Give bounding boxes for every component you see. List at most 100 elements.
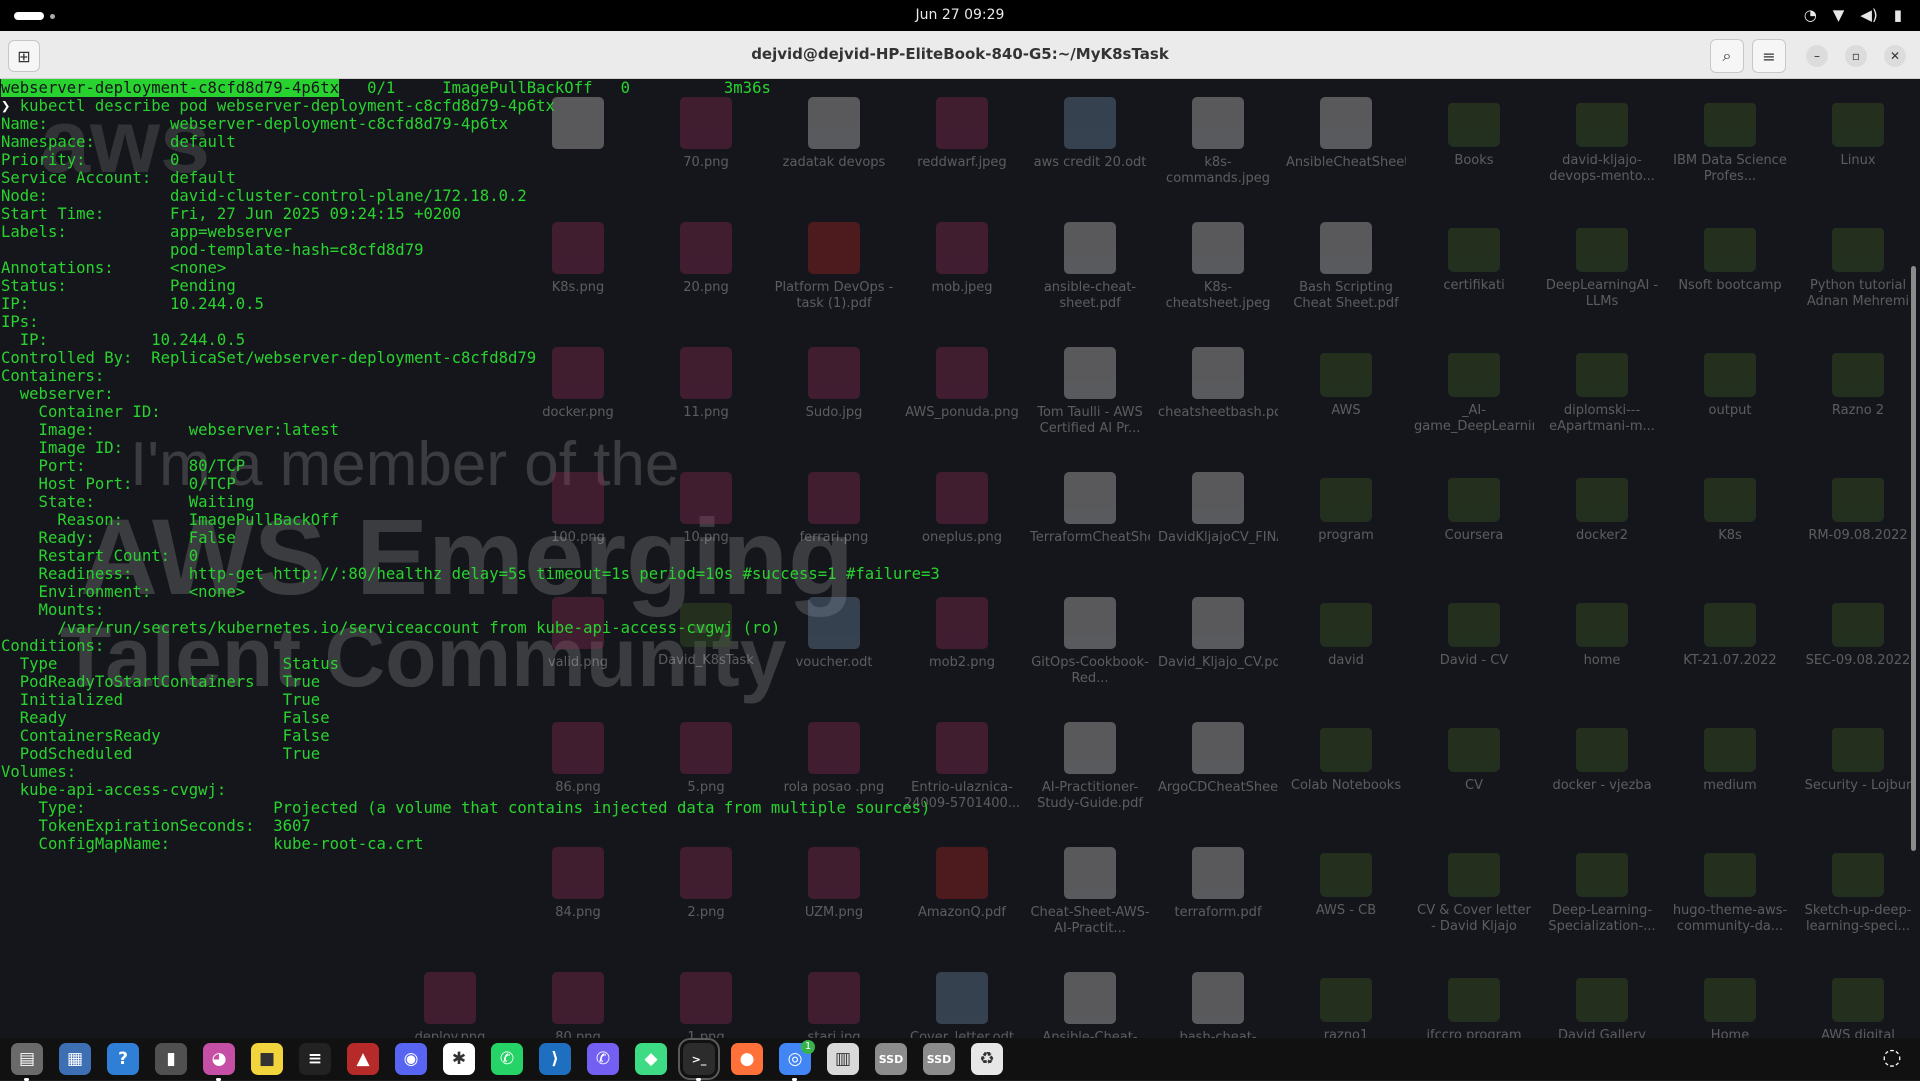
ssd-drive-1-glyph: SSD xyxy=(878,1052,904,1066)
terminal-line: Container ID: xyxy=(0,403,1900,421)
whatsapp-tray-icon[interactable]: ◔ xyxy=(1804,6,1817,24)
terminal-line: Namespace: default xyxy=(0,133,1900,151)
terminal-alt-app-icon[interactable]: ≡ xyxy=(299,1043,331,1075)
files-app-icon[interactable]: ▤ xyxy=(11,1043,43,1081)
slack-app-icon[interactable]: ✱ xyxy=(443,1043,475,1075)
firefox-app-icon[interactable]: ● xyxy=(731,1043,763,1075)
terminal-line-text: IP: 10.244.0.5 xyxy=(1,295,264,313)
terminal-line: Status: Pending xyxy=(0,277,1900,295)
ssd-drive-2-glyph: SSD xyxy=(926,1052,952,1066)
trash-app-icon[interactable]: ♻ xyxy=(971,1043,1003,1075)
terminal-line-text: Image: webserver:latest xyxy=(1,421,339,439)
terminal-line-text: Volumes: xyxy=(1,763,77,781)
show-apps-button[interactable]: ◌ xyxy=(1880,1046,1904,1070)
android-studio-app-icon[interactable]: ◆ xyxy=(635,1043,667,1075)
terminal-line-text: Ready: False xyxy=(1,529,236,547)
terminal-line: Initialized True xyxy=(0,691,1900,709)
terminal-line: Type Status xyxy=(0,655,1900,673)
terminal-line-text: Port: 80/TCP xyxy=(1,457,246,475)
terminal-line: IP: 10.244.0.5 xyxy=(0,331,1900,349)
terminal-line: Name: webserver-deployment-c8cfd8d79-4p6… xyxy=(0,115,1900,133)
chrome-notification-badge: 1 xyxy=(801,1040,815,1054)
terminal-line-text: 0/1 ImagePullBackOff 0 3m36s xyxy=(338,79,771,97)
terminal-line-text: Start Time: Fri, 27 Jun 2025 09:24:15 +0… xyxy=(1,205,462,223)
vscode-app-glyph: ⟩ xyxy=(551,1049,559,1069)
search-icon: ⌕ xyxy=(1722,46,1732,65)
terminal-line: Readiness: http-get http://:80/healthz d… xyxy=(0,565,1900,583)
search-button[interactable]: ⌕ xyxy=(1710,39,1744,73)
text-editor-app-icon[interactable]: ▦ xyxy=(59,1043,91,1075)
terminal-line-text: PodReadyToStartContainers True xyxy=(1,673,321,691)
game-app-icon[interactable]: ▲ xyxy=(347,1043,379,1075)
minimize-button[interactable]: – xyxy=(1806,45,1828,67)
terminal-window: ⊞ dejvid@dejvid-HP-EliteBook-840-G5:~/My… xyxy=(0,31,1920,1038)
system-monitor-app-glyph: ▥ xyxy=(834,1049,852,1069)
terminal-scrollbar[interactable] xyxy=(1911,266,1916,851)
window-title: dejvid@dejvid-HP-EliteBook-840-G5:~/MyK8… xyxy=(751,45,1169,63)
ssd-drive-1-icon[interactable]: SSD xyxy=(875,1043,907,1075)
terminal-line: Image: webserver:latest xyxy=(0,421,1900,439)
terminal-line: Environment: <none> xyxy=(0,583,1900,601)
terminal-line: Controlled By: ReplicaSet/webserver-depl… xyxy=(0,349,1900,367)
terminal-line: Type: Projected (a volume that contains … xyxy=(0,799,1900,817)
terminal-line-text: TokenExpirationSeconds: 3607 xyxy=(1,817,311,835)
terminal-line-text: Container ID: xyxy=(1,403,161,421)
volume-icon[interactable]: ◀) xyxy=(1860,6,1877,24)
files-app-glyph: ▤ xyxy=(18,1049,36,1069)
vscode-app-icon[interactable]: ⟩ xyxy=(539,1043,571,1075)
android-studio-app-glyph: ◆ xyxy=(644,1049,658,1069)
terminal-line-text: Type Status xyxy=(1,655,339,673)
terminal-line-text: State: Waiting xyxy=(1,493,255,511)
terminal-line-text: kube-api-access-cvgwj: xyxy=(1,781,227,799)
terminal-line-text: Node: david-cluster-control-plane/172.18… xyxy=(1,187,527,205)
terminal-line-text: IP: 10.244.0.5 xyxy=(1,331,246,349)
chrome-app-glyph: ◎ xyxy=(787,1049,803,1069)
terminal-line: Ready False xyxy=(0,709,1900,727)
terminal-line: Node: david-cluster-control-plane/172.18… xyxy=(0,187,1900,205)
minimize-icon: – xyxy=(1814,49,1820,63)
terminal-line-text: Priority: 0 xyxy=(1,151,180,169)
terminal-line: Labels: app=webserver xyxy=(0,223,1900,241)
terminal-line: /var/run/secrets/kubernetes.io/serviceac… xyxy=(0,619,1900,637)
terminal-line: webserver: xyxy=(0,385,1900,403)
terminal-line-text: webserver: xyxy=(1,385,114,403)
hamburger-icon: ≡ xyxy=(1762,46,1776,66)
terminal-line-text: IPs: xyxy=(1,313,39,331)
terminal-line-text: Ready False xyxy=(1,709,330,727)
window-header[interactable]: ⊞ dejvid@dejvid-HP-EliteBook-840-G5:~/My… xyxy=(0,31,1920,79)
terminal-line-text: Labels: app=webserver xyxy=(1,223,293,241)
terminal-line-text: Reason: ImagePullBackOff xyxy=(1,511,339,529)
clock[interactable]: Jun 27 09:29 xyxy=(0,7,1920,23)
maximize-button[interactable]: ▫ xyxy=(1845,45,1867,67)
system-tray[interactable]: ◔ ▼ ◀) ▮ xyxy=(1804,6,1902,24)
terminal-output[interactable]: webserver-deployment-c8cfd8d79-4p6tx 0/1… xyxy=(0,79,1900,1038)
viber-app-icon[interactable]: ✆ xyxy=(587,1043,619,1075)
terminal-line: webserver-deployment-c8cfd8d79-4p6tx 0/1… xyxy=(0,79,1900,97)
menu-button[interactable]: ≡ xyxy=(1752,39,1786,73)
terminal-line: State: Waiting xyxy=(0,493,1900,511)
document-app-icon[interactable]: ▮ xyxy=(155,1043,187,1075)
ssd-drive-2-icon[interactable]: SSD xyxy=(923,1043,955,1075)
terminal-line-text: Environment: <none> xyxy=(1,583,246,601)
close-icon: ✕ xyxy=(1889,49,1901,63)
battery-icon[interactable]: ▮ xyxy=(1894,6,1902,24)
terminal-line: PodScheduled True xyxy=(0,745,1900,763)
discord-app-icon[interactable]: ◉ xyxy=(395,1043,427,1075)
close-button[interactable]: ✕ xyxy=(1884,45,1906,67)
viber-app-glyph: ✆ xyxy=(595,1049,611,1069)
notes-app-icon[interactable]: ■ xyxy=(251,1043,283,1075)
wifi-icon[interactable]: ▼ xyxy=(1833,6,1845,24)
terminal-line: Restart Count: 0 xyxy=(0,547,1900,565)
game-app-glyph: ▲ xyxy=(356,1049,370,1069)
terminal-line-text: /var/run/secrets/kubernetes.io/serviceac… xyxy=(1,619,781,637)
terminal-line-text: Name: webserver-deployment-c8cfd8d79-4p6… xyxy=(1,115,508,133)
terminal-app-glyph: >_ xyxy=(691,1052,707,1066)
terminal-app-icon[interactable]: >_ xyxy=(678,1038,720,1081)
terminal-line: Priority: 0 xyxy=(0,151,1900,169)
help-app-icon[interactable]: ? xyxy=(107,1043,139,1075)
system-monitor-app-icon[interactable]: ▥ xyxy=(827,1043,859,1075)
terminal-line-text: Type: Projected (a volume that contains … xyxy=(1,799,931,817)
whatsapp-app-icon[interactable]: ✆ xyxy=(491,1043,523,1075)
color-picker-app-icon[interactable]: ◕ xyxy=(203,1043,235,1081)
terminal-line-text: Annotations: <none> xyxy=(1,259,227,277)
